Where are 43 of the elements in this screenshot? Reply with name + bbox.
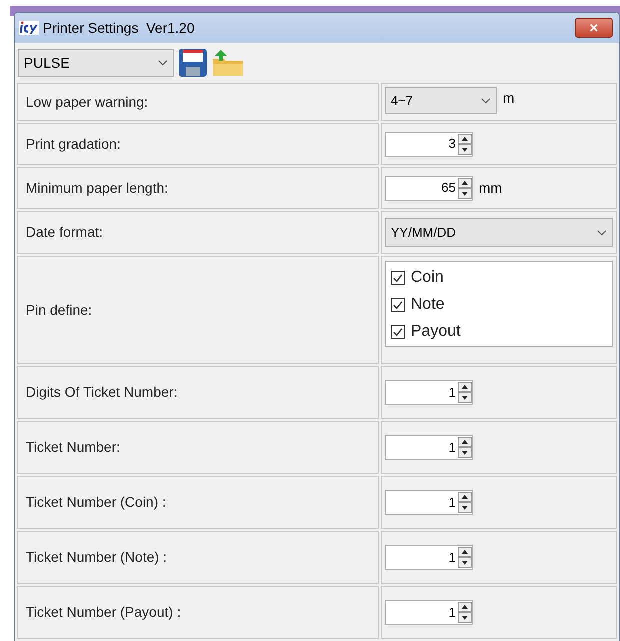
checkbox-label: Note (411, 295, 445, 315)
number-spinner[interactable]: 1 (385, 490, 473, 515)
chevron-down-icon (158, 60, 168, 66)
number-spinner[interactable]: 1 (385, 545, 473, 570)
spin-arrows-icon (458, 547, 472, 568)
app-logo-icon (19, 21, 39, 35)
checkbox[interactable] (391, 325, 405, 339)
setting-label: Ticket Number (Coin) : (26, 493, 166, 512)
setting-label: Low paper warning: (26, 92, 148, 112)
folder-upload-icon[interactable] (212, 49, 244, 77)
checkbox-label: Coin (411, 268, 444, 288)
chevron-down-icon (597, 230, 607, 236)
save-icon[interactable] (178, 48, 208, 78)
setting-label: Ticket Number: (26, 438, 120, 457)
value-dropdown[interactable]: YY/MM/DD (385, 218, 613, 247)
unit-label: m (503, 89, 515, 108)
profile-dropdown[interactable]: PULSE (18, 49, 174, 77)
close-button[interactable]: × (575, 18, 613, 38)
chevron-down-icon (481, 98, 491, 104)
setting-label: Print gradation: (26, 134, 121, 154)
spin-arrows-icon (458, 178, 472, 198)
setting-label: Ticket Number (Note) : (26, 548, 168, 567)
number-spinner[interactable]: 1 (385, 600, 473, 625)
checkbox[interactable] (391, 271, 405, 285)
number-spinner[interactable]: 3 (385, 132, 473, 156)
window-title: Printer Settings Ver1.20 (43, 18, 195, 38)
checkbox[interactable] (391, 298, 405, 312)
spin-arrows-icon (458, 492, 472, 513)
setting-label: Minimum paper length: (26, 178, 168, 198)
setting-label: Digits Of Ticket Number: (26, 383, 178, 402)
spin-arrows-icon (458, 437, 472, 458)
spin-arrows-icon (458, 134, 472, 154)
number-spinner[interactable]: 1 (385, 435, 473, 460)
setting-label: Date format: (26, 223, 104, 242)
value-dropdown[interactable]: 4~7 (385, 87, 497, 114)
number-spinner[interactable]: 1 (385, 380, 473, 405)
setting-label: Pin define: (26, 300, 92, 320)
unit-label: mm (479, 178, 502, 198)
checkbox-label: Payout (411, 322, 461, 342)
spin-arrows-icon (458, 382, 472, 403)
setting-label: Ticket Number (Payout) : (26, 603, 182, 622)
number-spinner[interactable]: 65 (385, 176, 473, 200)
spin-arrows-icon (458, 602, 472, 623)
